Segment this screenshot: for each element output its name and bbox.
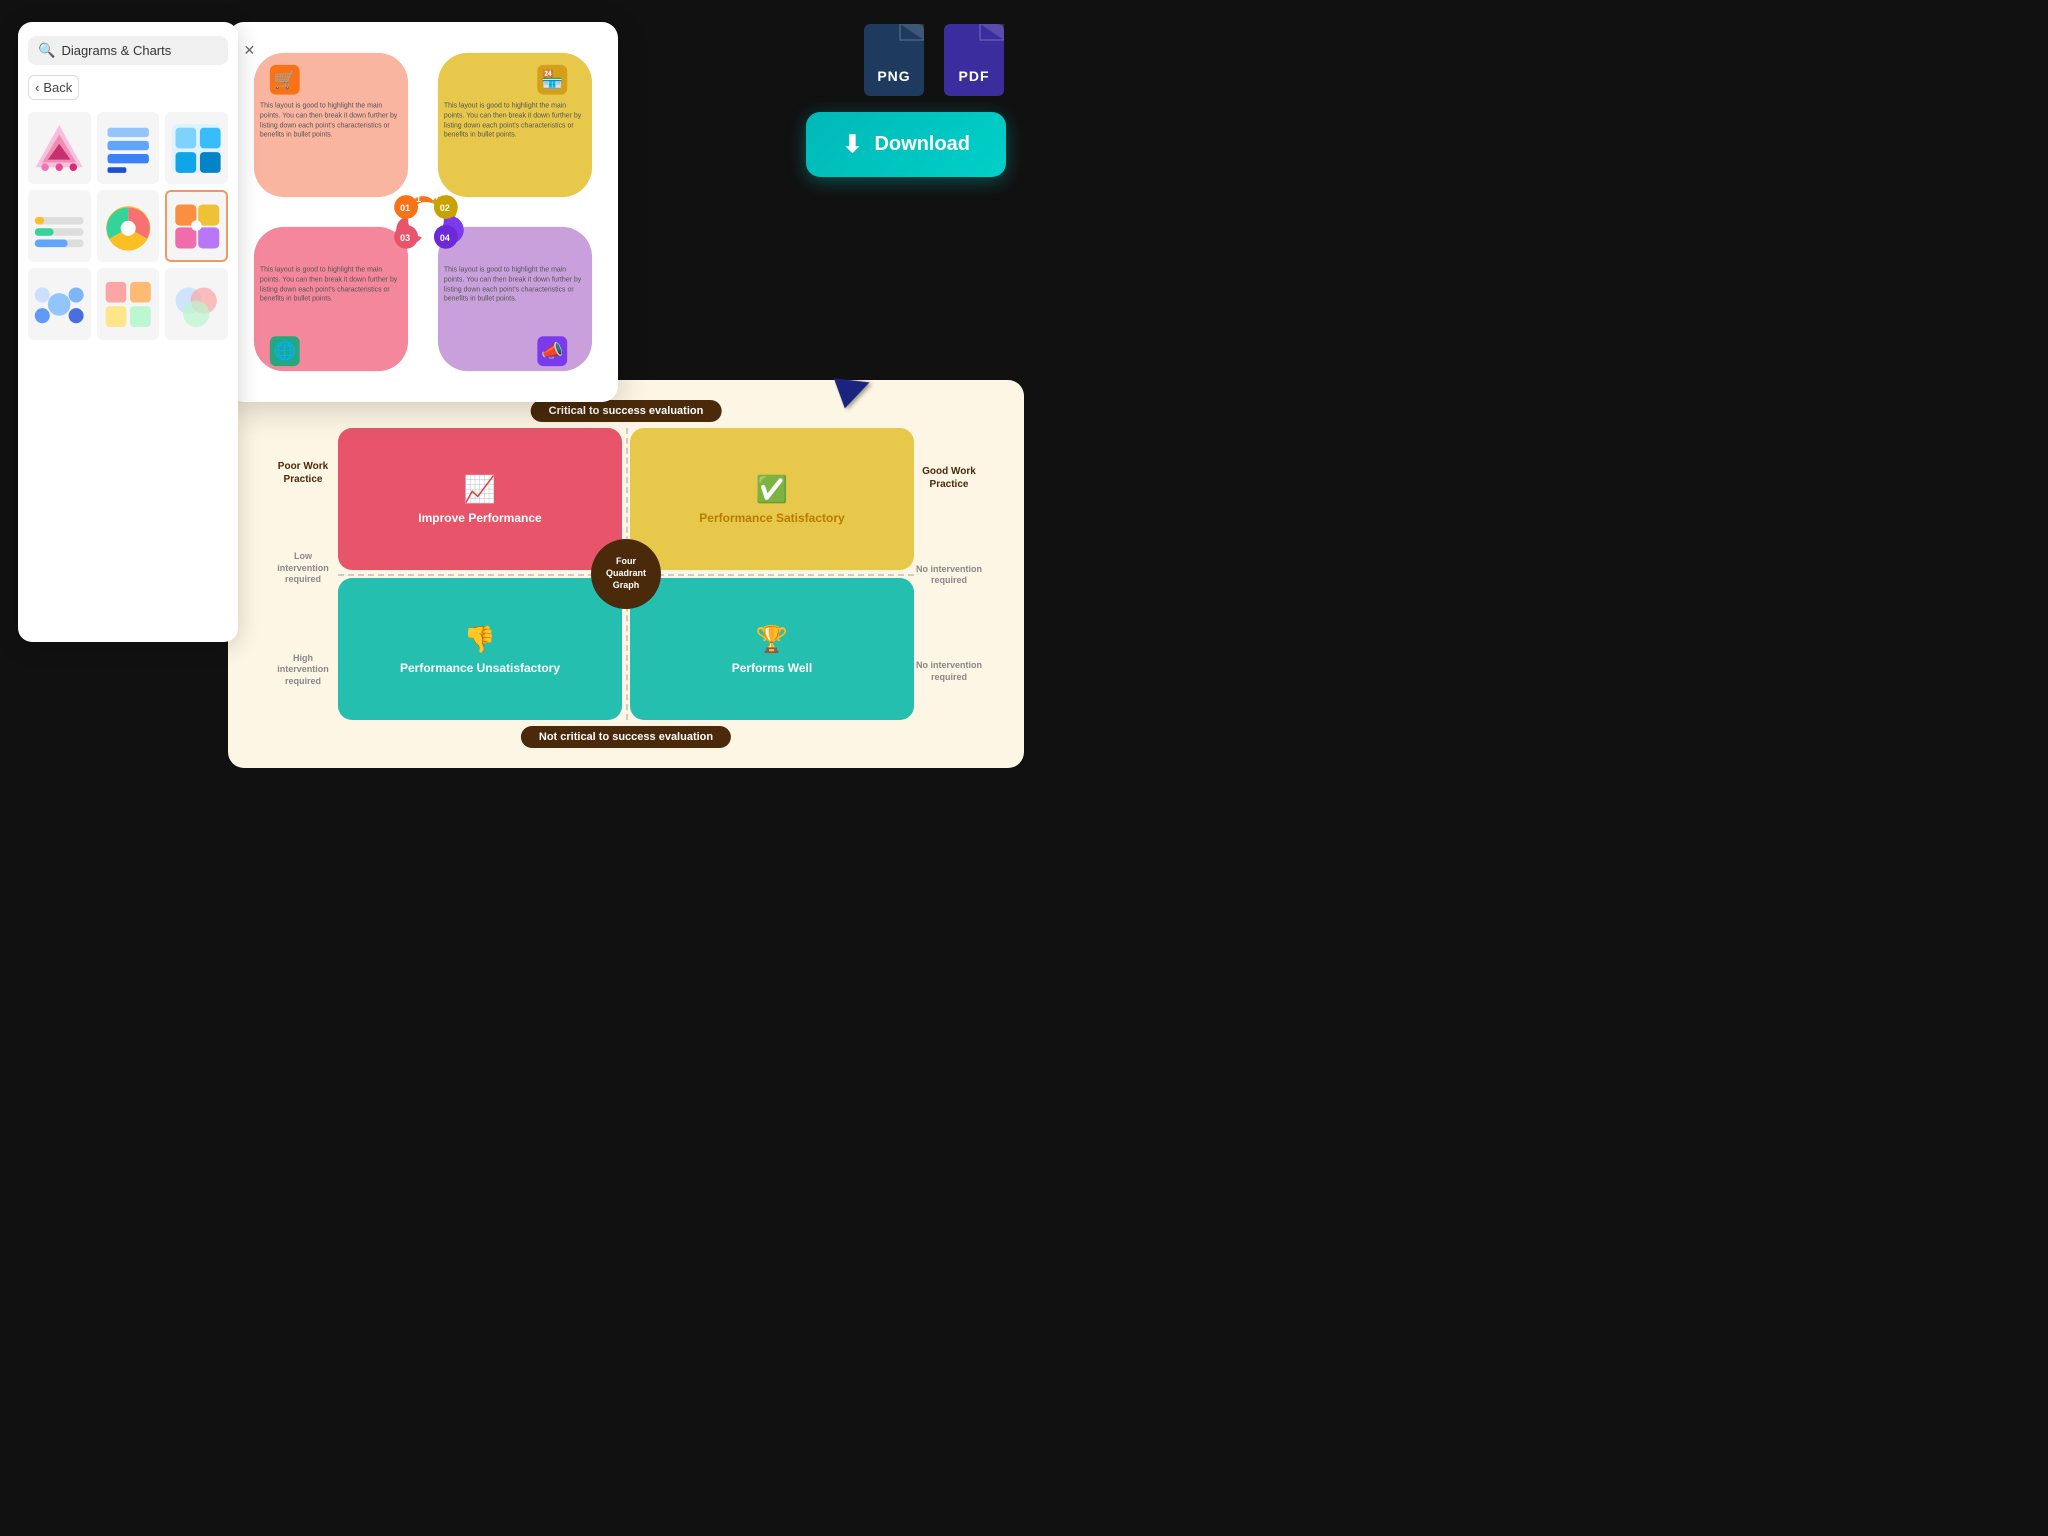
sidebar-panel: 🔍 ✕ ‹ Back [18,22,238,642]
left-bottom-label: Low intervention required [268,551,338,588]
quad-bottom-left: 👎 Performance Unsatisfactory [338,578,622,720]
quad-bottom-right: 🏆 Performs Well [630,578,914,720]
quadrant-wrapper: Critical to success evaluation Not criti… [258,400,994,748]
right-no-intervention-bottom: No intervention required [914,660,984,683]
download-icon: ⬇ [842,130,862,159]
thumb-1[interactable] [28,112,91,184]
quad-top-right: ✅ Performance Satisfactory [630,428,914,570]
left-labels: Poor Work Practice Low intervention requ… [268,428,338,720]
png-label: PNG [862,68,926,84]
thumb-2[interactable] [97,112,160,184]
checkmark-icon: ✅ [756,474,788,505]
chevron-left-icon: ‹ [35,80,39,95]
quad-tl-label: Improve Performance [418,511,541,525]
right-no-intervention-top: No intervention required [914,564,984,587]
file-format-icons: PNG PDF [862,22,1006,98]
thumbnail-grid [28,112,228,340]
search-bar[interactable]: 🔍 ✕ [28,36,228,65]
center-circle-label: Four Quadrant Graph [599,556,653,591]
trophy-icon: 🏆 [756,624,788,655]
quad-br-label: Performs Well [732,661,812,675]
quadrant-bottom-label: Not critical to success evaluation [521,726,731,748]
left-top-label: Poor Work Practice [268,460,338,486]
thumb-7[interactable] [28,268,91,340]
svg-text:04: 04 [440,233,450,243]
png-file-icon[interactable]: PNG [862,22,926,98]
quadrant-diagram: Critical to success evaluation Not criti… [228,380,1024,768]
right-top-label: Good Work Practice [914,465,984,491]
back-label: Back [43,80,72,95]
download-area: PNG PDF ⬇ Download [806,22,1006,177]
thumb-4[interactable] [28,190,91,262]
svg-text:🛒: 🛒 [274,69,296,90]
download-button[interactable]: ⬇ Download [806,112,1006,177]
back-button[interactable]: ‹ Back [28,75,79,100]
thumb-5[interactable] [97,190,160,262]
chart-up-icon: 📈 [464,474,496,505]
quadrant-top-label: Critical to success evaluation [531,400,722,422]
thumb-8[interactable] [97,268,160,340]
left-intervention-bottom: High intervention required [268,653,338,688]
flower-diagram: 01 02 03 04 🛒 🏪 🌐 📣 This [244,38,602,386]
thumb-3[interactable] [165,112,228,184]
svg-text:03: 03 [400,233,410,243]
quad-tr-label: Performance Satisfactory [699,511,844,525]
svg-text:🏪: 🏪 [541,69,563,90]
search-icon: 🔍 [38,42,55,59]
quad-bl-label: Performance Unsatisfactory [400,661,560,675]
right-labels: Good Work Practice No intervention requi… [914,428,984,720]
search-input[interactable] [61,43,237,58]
thumb-9[interactable] [165,268,228,340]
quad-top-left: 📈 Improve Performance [338,428,622,570]
close-icon[interactable]: ✕ [243,42,255,59]
svg-text:01: 01 [400,203,410,213]
download-label: Download [874,133,970,156]
thumb-6[interactable] [165,190,228,262]
thumbs-down-icon: 👎 [464,624,496,655]
svg-text:02: 02 [440,203,450,213]
pdf-label: PDF [942,68,1006,84]
main-preview-card: 01 02 03 04 🛒 🏪 🌐 📣 This [228,22,618,402]
center-circle: Four Quadrant Graph [591,539,661,609]
pdf-file-icon[interactable]: PDF [942,22,1006,98]
